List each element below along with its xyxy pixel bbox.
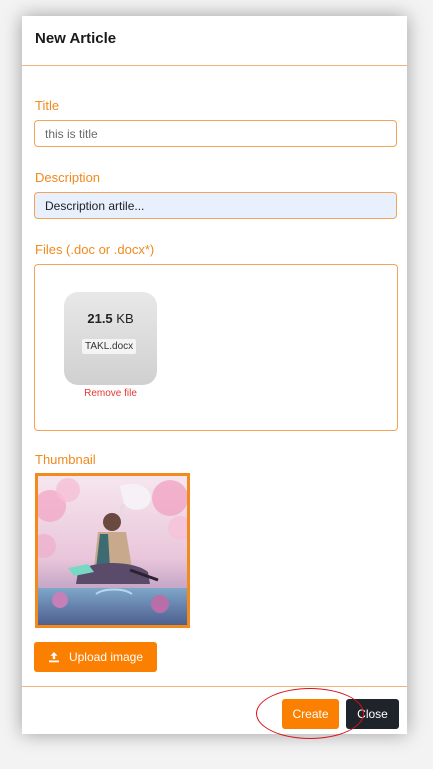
modal-header: New Article [22, 16, 407, 66]
modal-footer: Create Close [22, 686, 407, 735]
create-button[interactable]: Create [282, 699, 339, 729]
file-size: 21.5 KB [64, 311, 157, 326]
file-size-unit: KB [116, 311, 134, 326]
thumbnail-artwork [38, 476, 187, 625]
description-label: Description [35, 170, 101, 185]
close-button[interactable]: Close [346, 699, 399, 729]
remove-file-link[interactable]: Remove file [64, 388, 157, 399]
description-input[interactable] [34, 192, 397, 219]
upload-icon [48, 652, 59, 663]
modal-title: New Article [35, 30, 117, 47]
files-label: Files (.doc or .docx*) [35, 242, 155, 257]
title-input[interactable] [34, 120, 397, 147]
new-article-modal: New Article Title Description Files (.do… [22, 16, 407, 734]
upload-image-label: Upload image [68, 650, 144, 664]
file-dropzone[interactable]: 21.5 KB TAKL.docx Remove file [34, 264, 398, 431]
file-size-number: 21.5 [87, 311, 113, 326]
thumbnail-label: Thumbnail [35, 452, 96, 467]
title-label: Title [35, 98, 60, 113]
file-name: TAKL.docx [82, 339, 137, 354]
upload-image-button[interactable]: Upload image [34, 642, 157, 672]
thumbnail-image [35, 473, 190, 628]
file-preview-card: 21.5 KB TAKL.docx [64, 292, 157, 385]
